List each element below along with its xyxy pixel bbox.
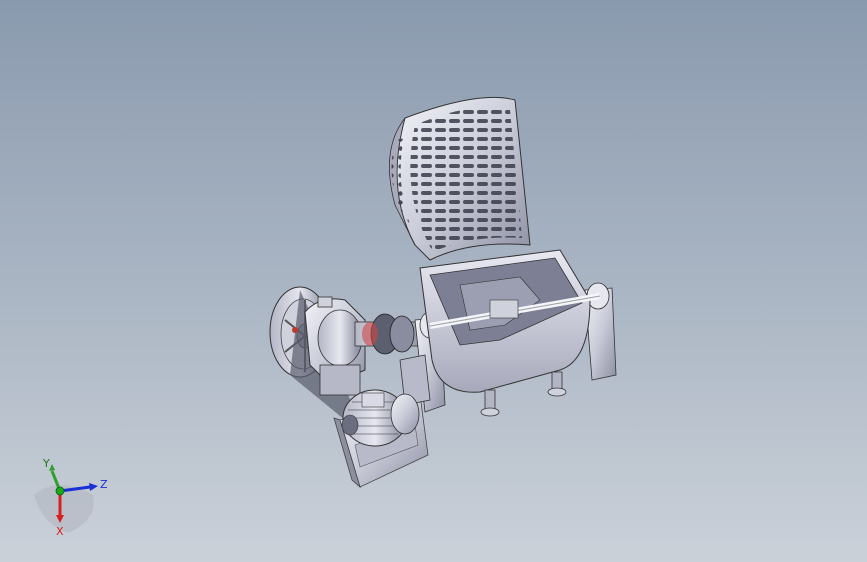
z-axis-label: Z	[100, 478, 108, 491]
triad-origin	[55, 486, 65, 496]
cad-model-render[interactable]	[0, 0, 867, 562]
x-axis-label: X	[56, 525, 64, 538]
cad-graphics-viewport[interactable]: Y Z X	[0, 0, 867, 562]
perforated-hinged-lid[interactable]	[389, 96, 531, 261]
y-axis-label: Y	[42, 457, 50, 470]
mixer-trough[interactable]	[419, 249, 591, 417]
coordinate-triad: Y Z X	[34, 457, 108, 538]
